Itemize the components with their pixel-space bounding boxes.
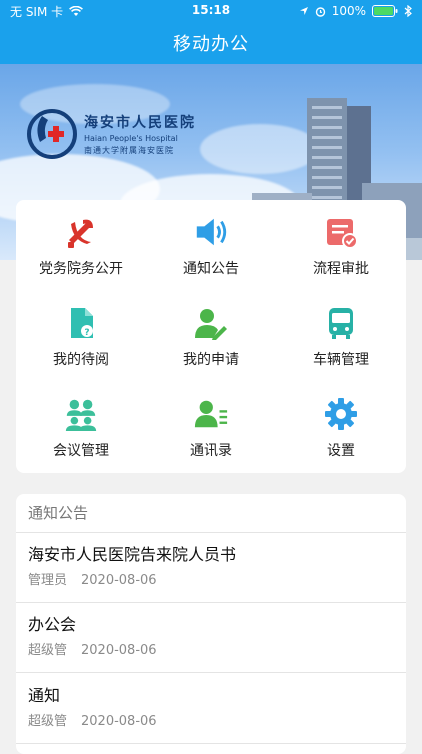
user-edit-icon	[195, 309, 227, 340]
notice-author: 超级管	[28, 643, 68, 658]
svg-text:?: ?	[84, 328, 89, 338]
meeting-icon	[65, 399, 97, 432]
alarm-icon	[315, 6, 325, 17]
menu-notice[interactable]: 通知公告	[146, 200, 276, 291]
battery-percent: 100%	[331, 4, 366, 18]
menu-label: 流程审批	[313, 261, 369, 277]
hospital-logo-icon	[27, 109, 77, 159]
hospital-sub-name: 南通大学附属海安医院	[84, 146, 174, 155]
notice-date: 2020-08-06	[81, 573, 157, 588]
menu-party-affairs[interactable]: 党务院务公开	[16, 200, 146, 291]
divider	[16, 672, 406, 673]
menu-my-applications[interactable]: 我的申请	[146, 291, 276, 382]
location-icon	[299, 7, 308, 15]
gear-icon	[325, 398, 357, 430]
notice-panel: 通知公告 海安市人民医院告来院人员书 管理员 2020-08-06 办公会 超级管…	[16, 494, 406, 754]
approval-icon	[327, 219, 358, 249]
bluetooth-icon	[404, 5, 412, 17]
notice-author: 超级管	[28, 714, 68, 729]
menu-approval[interactable]: 流程审批	[276, 200, 406, 291]
hospital-name-en: Haian People's Hospital	[84, 134, 178, 143]
hospital-logo: 海安市人民医院 Haian People's Hospital 南通大学附属海安…	[26, 108, 196, 160]
menu-label: 设置	[327, 443, 355, 459]
notice-date: 2020-08-06	[81, 643, 157, 658]
divider	[16, 743, 406, 744]
notice-title: 海安市人民医院告来院人员书	[28, 545, 237, 564]
menu-contacts[interactable]: 通讯录	[146, 382, 276, 473]
notice-item[interactable]: 办公会 超级管 2020-08-06	[16, 603, 406, 673]
menu-vehicles[interactable]: 车辆管理	[276, 291, 406, 382]
document-question-icon: ?	[71, 308, 93, 338]
notice-item[interactable]: 海安市人民医院告来院人员书 管理员 2020-08-06	[16, 533, 406, 603]
clock: 15:18	[191, 3, 231, 17]
notice-title: 通知	[28, 686, 61, 705]
menu-label: 我的申请	[183, 352, 239, 368]
contacts-icon	[194, 400, 228, 428]
menu-label: 通知公告	[183, 261, 239, 277]
page-title: 移动办公	[173, 34, 249, 55]
top-bar: 无 SIM 卡 15:18 100% 移动办公	[0, 0, 422, 64]
notice-date: 2020-08-06	[81, 714, 157, 729]
hospital-name-cn: 海安市人民医院	[84, 115, 196, 131]
menu-label: 通讯录	[190, 443, 232, 459]
menu-meetings[interactable]: 会议管理	[16, 382, 146, 473]
battery-icon	[372, 5, 398, 17]
function-grid: 党务院务公开 通知公告 流程审批 ? 我的待阅 我的申请 车辆管理 会议管理 通…	[16, 200, 406, 473]
menu-settings[interactable]: 设置	[276, 382, 406, 473]
status-bar: 无 SIM 卡 15:18 100%	[0, 0, 422, 22]
wifi-icon	[69, 5, 84, 16]
menu-label: 会议管理	[53, 443, 109, 459]
party-emblem-icon	[68, 219, 93, 248]
notice-header: 通知公告	[28, 504, 89, 522]
speaker-icon	[196, 218, 227, 246]
menu-to-read[interactable]: ? 我的待阅	[16, 291, 146, 382]
menu-label: 党务院务公开	[39, 261, 123, 277]
notice-title: 办公会	[28, 615, 77, 634]
carrier-label: 无 SIM 卡	[10, 4, 64, 19]
menu-label: 我的待阅	[53, 352, 109, 368]
menu-label: 车辆管理	[313, 352, 369, 368]
notice-item[interactable]: 通知 超级管 2020-08-06	[16, 674, 406, 744]
bus-icon	[329, 308, 353, 339]
notice-author: 管理员	[28, 573, 68, 588]
